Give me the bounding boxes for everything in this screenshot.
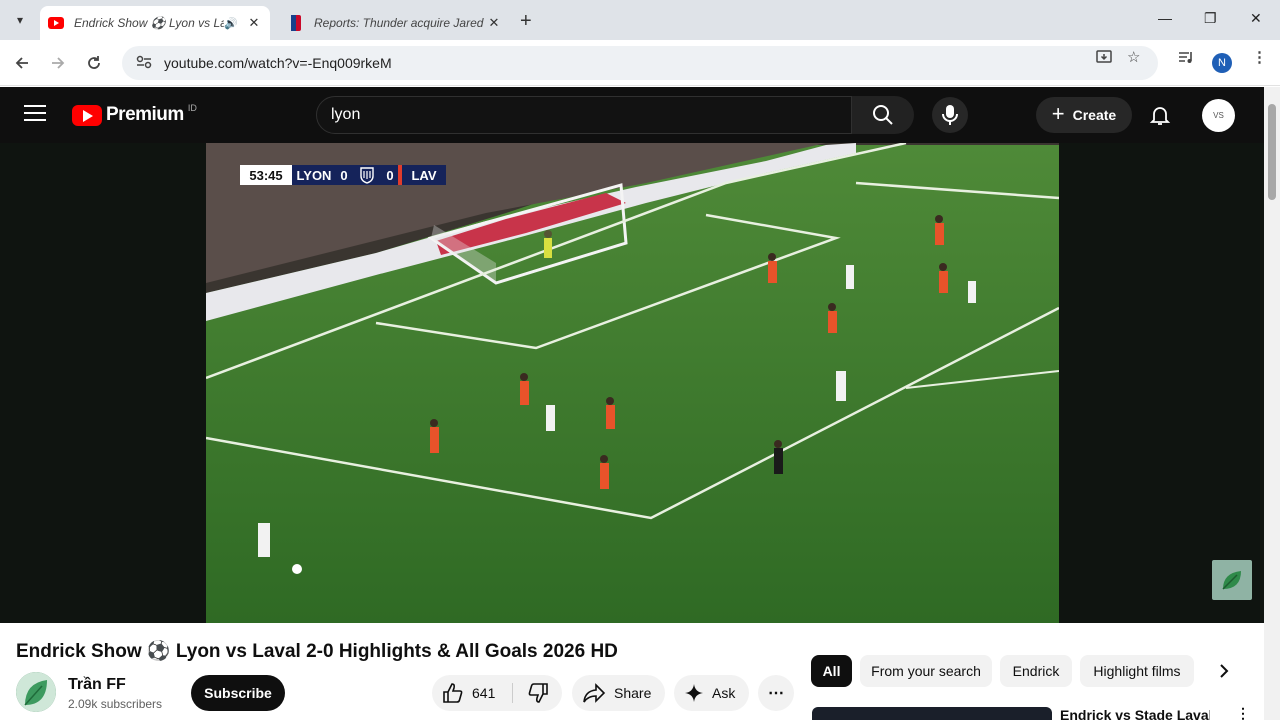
like-button[interactable]: 641 xyxy=(432,675,512,711)
profile-avatar[interactable]: N xyxy=(1212,53,1232,73)
youtube-favicon-icon xyxy=(48,15,64,31)
tab-search-chevron-icon[interactable]: ▾ xyxy=(8,8,32,32)
share-button[interactable]: Share xyxy=(572,675,666,711)
scrollbar-thumb[interactable] xyxy=(1268,104,1276,200)
ask-label: Ask xyxy=(712,685,736,701)
plus-icon: + xyxy=(1051,101,1065,126)
like-dislike-group: 641 xyxy=(432,675,562,711)
sparkle-icon xyxy=(685,684,703,702)
close-window-icon[interactable]: ✕ xyxy=(1250,10,1262,27)
install-app-icon[interactable] xyxy=(1095,48,1113,70)
ask-button[interactable]: Ask xyxy=(674,675,750,711)
tab-reports[interactable]: Reports: Thunder acquire Jared ✕ xyxy=(280,6,510,40)
back-icon[interactable] xyxy=(11,52,33,74)
minimize-icon[interactable]: — xyxy=(1158,10,1172,26)
subscriber-count: 2.09k subscribers xyxy=(68,697,163,711)
create-label: Create xyxy=(1072,107,1117,123)
reload-icon[interactable] xyxy=(83,52,105,74)
voice-search-button[interactable] xyxy=(932,97,968,133)
account-avatar[interactable]: VS xyxy=(1202,99,1235,132)
thumbs-up-icon xyxy=(443,683,463,703)
tab-title: Reports: Thunder acquire Jared xyxy=(314,16,484,30)
share-label: Share xyxy=(614,685,652,701)
browser-toolbar: youtube.com/watch?v=-Enq009rkeM ☆ N ⋮ xyxy=(0,40,1280,86)
chip-all[interactable]: All xyxy=(811,655,852,687)
channel-watermark-icon[interactable] xyxy=(1212,560,1252,600)
url-text: youtube.com/watch?v=-Enq009rkeM xyxy=(164,55,392,71)
youtube-header: Premium ID + Create VS xyxy=(0,87,1264,143)
recommended-more-icon[interactable]: ⋮ xyxy=(1236,705,1250,720)
video-player[interactable] xyxy=(206,143,1059,623)
youtube-premium-logo[interactable]: Premium ID xyxy=(72,103,197,126)
restore-icon[interactable]: ❐ xyxy=(1204,10,1217,27)
goalkeeper-figure xyxy=(544,230,552,258)
tab-youtube-video[interactable]: Endrick Show ⚽ Lyon vs Laval 🔊 ✕ xyxy=(40,6,270,40)
create-button[interactable]: + Create xyxy=(1036,97,1132,133)
speaker-icon[interactable]: 🔊 xyxy=(224,17,240,30)
browser-tab-bar: ▾ Endrick Show ⚽ Lyon vs Laval 🔊 ✕ Repor… xyxy=(0,0,1280,40)
forward-icon[interactable] xyxy=(47,52,69,74)
like-count: 641 xyxy=(472,685,496,701)
video-title: Endrick Show ⚽ Lyon vs Laval 2-0 Highlig… xyxy=(16,641,618,662)
share-arrow-icon xyxy=(583,683,606,703)
thumbs-down-icon xyxy=(528,683,548,703)
video-frame-football-pitch xyxy=(206,143,1059,623)
chevron-right-icon[interactable] xyxy=(1212,659,1236,683)
media-controls-icon[interactable] xyxy=(1177,48,1195,70)
nba-favicon-icon xyxy=(288,15,304,31)
recommended-thumbnail[interactable] xyxy=(812,707,1052,720)
dislike-button[interactable] xyxy=(516,675,560,711)
search-input[interactable] xyxy=(317,97,851,133)
close-tab-icon[interactable]: ✕ xyxy=(246,15,262,31)
league-crest-icon xyxy=(352,165,382,185)
subscribe-button[interactable]: Subscribe xyxy=(191,675,285,711)
video-info-panel: Endrick Show ⚽ Lyon vs Laval 2-0 Highlig… xyxy=(0,623,1264,720)
referee-figure xyxy=(774,448,783,474)
recommended-title[interactable]: Endrick vs Stade Laval | xyxy=(1060,707,1210,720)
search-button[interactable] xyxy=(852,96,914,134)
microphone-icon xyxy=(942,105,958,125)
youtube-page: Premium ID + Create VS xyxy=(0,87,1264,720)
search-icon xyxy=(873,105,893,125)
new-tab-icon[interactable]: + xyxy=(520,10,532,33)
tab-title: Endrick Show ⚽ Lyon vs Laval xyxy=(74,16,224,30)
home-team: LYON xyxy=(292,165,336,185)
home-score: 0 xyxy=(336,165,352,185)
bookmark-star-icon[interactable]: ☆ xyxy=(1127,48,1140,66)
away-score: 0 xyxy=(382,165,398,185)
guide-menu-icon[interactable] xyxy=(24,105,46,123)
address-bar[interactable]: youtube.com/watch?v=-Enq009rkeM xyxy=(122,46,1158,80)
channel-name[interactable]: Trần FF xyxy=(68,676,126,694)
chip-endrick[interactable]: Endrick xyxy=(1000,655,1072,687)
browser-menu-icon[interactable]: ⋮ xyxy=(1252,48,1267,66)
match-clock: 53:45 xyxy=(240,165,292,185)
more-actions-icon[interactable]: ⋯ xyxy=(758,675,794,711)
away-team: LAV xyxy=(402,165,446,185)
logo-wordmark: Premium xyxy=(106,104,184,125)
chip-highlight-films[interactable]: Highlight films xyxy=(1080,655,1194,687)
chip-from-your-search[interactable]: From your search xyxy=(860,655,992,687)
search-box[interactable] xyxy=(316,96,852,134)
site-info-icon[interactable] xyxy=(136,55,152,72)
score-overlay: 53:45 LYON 0 0 LAV xyxy=(240,165,446,185)
notifications-bell-icon[interactable] xyxy=(1148,103,1172,127)
channel-avatar[interactable] xyxy=(16,672,56,712)
country-code: ID xyxy=(187,103,197,113)
youtube-play-icon xyxy=(72,104,102,126)
close-tab-icon[interactable]: ✕ xyxy=(486,15,502,31)
like-divider xyxy=(512,683,513,703)
